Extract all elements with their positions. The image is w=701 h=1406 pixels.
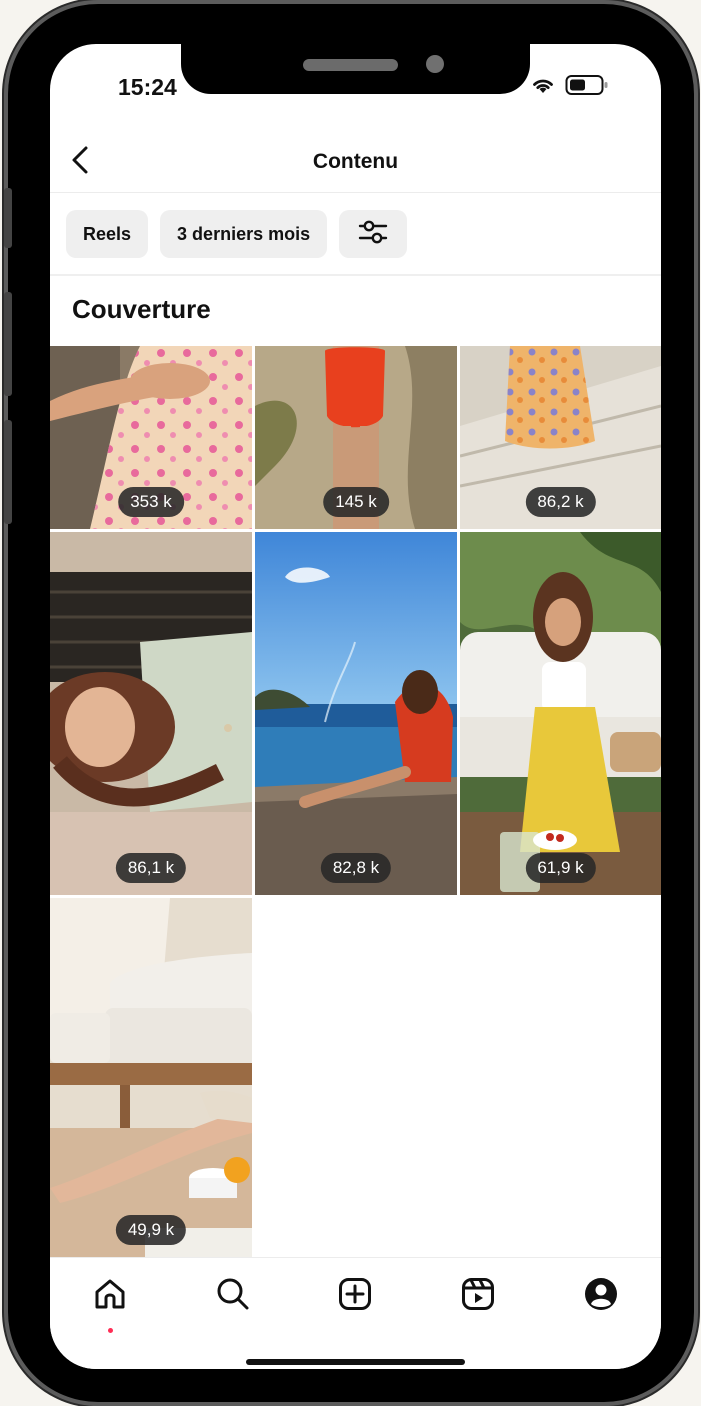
filter-bar: Reels 3 derniers mois — [66, 210, 408, 258]
filter-settings-button[interactable] — [339, 210, 408, 258]
notch — [181, 44, 530, 94]
mute-switch — [4, 188, 12, 248]
activity-dot — [108, 1328, 113, 1333]
speaker — [303, 59, 398, 71]
post-tile[interactable]: 145 k — [255, 346, 457, 529]
post-thumbnail — [50, 898, 252, 1257]
filter-period-chip[interactable]: 3 derniers mois — [160, 210, 328, 258]
filter-reels-chip[interactable]: Reels — [66, 210, 149, 258]
post-tile[interactable]: 61,9 k — [460, 532, 661, 895]
post-tile[interactable]: 82,8 k — [255, 532, 457, 895]
post-tile[interactable]: 86,2 k — [460, 346, 661, 529]
post-tile[interactable]: 86,1 k — [50, 532, 252, 895]
sliders-icon — [358, 218, 388, 251]
tab-reels[interactable] — [456, 1274, 500, 1318]
view-count-badge: 145 k — [323, 487, 389, 517]
search-icon — [215, 1276, 251, 1317]
view-count-badge: 353 k — [118, 487, 184, 517]
view-count-badge: 86,1 k — [115, 853, 187, 883]
post-thumbnail — [460, 532, 661, 895]
post-thumbnail — [50, 532, 252, 895]
home-indicator — [246, 1359, 465, 1365]
status-time: 15:24 — [118, 74, 177, 100]
tab-create[interactable] — [333, 1274, 377, 1318]
post-tile[interactable]: 353 k — [50, 346, 252, 529]
profile-icon — [583, 1276, 619, 1317]
page-title: Contenu — [312, 150, 399, 173]
wifi-icon — [531, 75, 555, 100]
post-tile[interactable]: 49,9 k — [50, 898, 252, 1257]
status-icons — [531, 74, 609, 101]
section-title: Couverture — [72, 294, 211, 324]
tab-bar — [50, 1257, 661, 1369]
front-camera — [426, 55, 444, 73]
volume-up-button — [4, 292, 12, 396]
volume-down-button — [4, 420, 12, 524]
header: Contenu — [50, 132, 661, 193]
view-count-badge: 49,9 k — [115, 1215, 187, 1245]
screen: 15:24 Contenu Reels 3 derniers mois Couv… — [50, 44, 661, 1369]
create-icon — [337, 1276, 373, 1317]
tab-home[interactable] — [88, 1274, 132, 1318]
home-icon — [92, 1276, 128, 1317]
view-count-badge: 61,9 k — [525, 853, 596, 883]
view-count-badge: 82,8 k — [320, 853, 392, 883]
divider — [50, 274, 661, 276]
post-thumbnail — [255, 532, 457, 895]
reels-icon — [460, 1276, 496, 1317]
battery-icon — [565, 74, 609, 101]
phone-frame: 15:24 Contenu Reels 3 derniers mois Couv… — [4, 4, 694, 1402]
tab-profile[interactable] — [579, 1274, 623, 1318]
view-count-badge: 86,2 k — [525, 487, 596, 517]
tab-search[interactable] — [211, 1274, 255, 1318]
